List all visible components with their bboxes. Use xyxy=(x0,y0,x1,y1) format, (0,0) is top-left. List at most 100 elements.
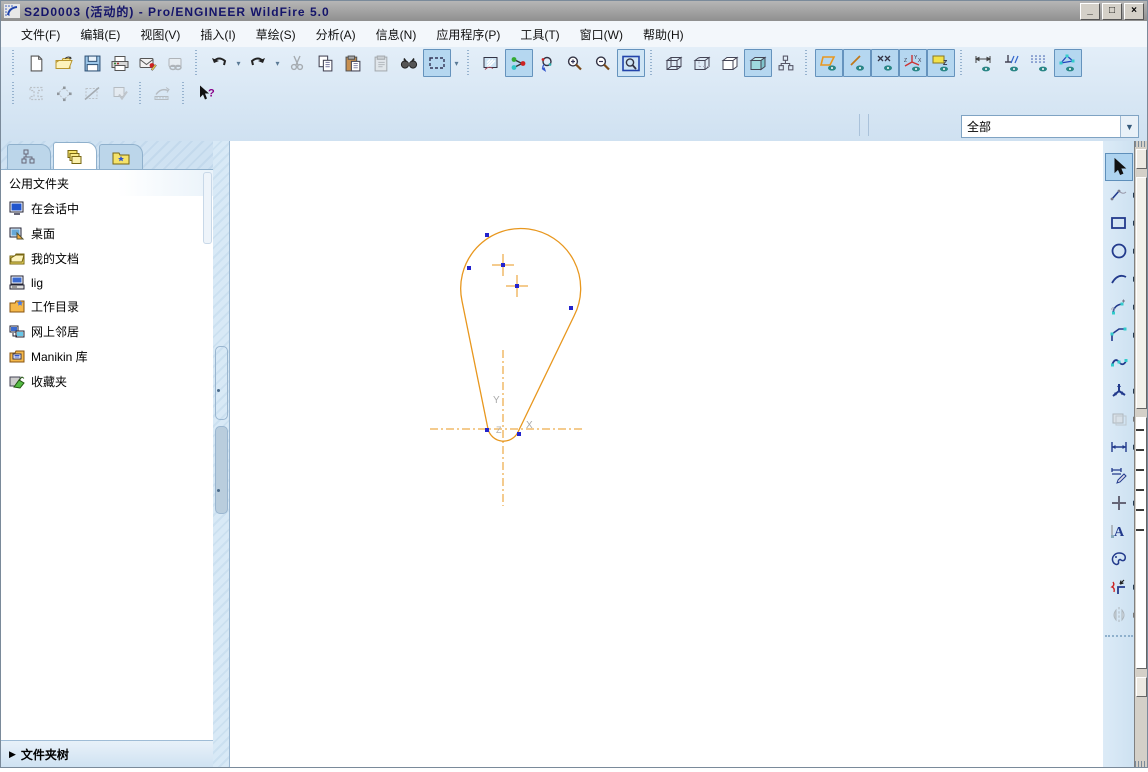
sketch-outline[interactable] xyxy=(461,228,581,441)
fillet-tool-button[interactable] xyxy=(1105,293,1133,321)
select-items-button[interactable] xyxy=(423,49,451,77)
section-tool-3-button[interactable] xyxy=(78,79,106,107)
save-button[interactable] xyxy=(78,49,106,77)
menu-info[interactable]: 信息(N) xyxy=(366,22,427,47)
constraint-tool-button[interactable] xyxy=(1105,489,1133,517)
selection-filter-combobox[interactable]: 全部 ▼ xyxy=(961,115,1139,138)
spline-tool-button[interactable] xyxy=(1105,349,1133,377)
toolbar-grip[interactable] xyxy=(195,50,200,76)
navigator-scrollbar[interactable] xyxy=(203,172,212,244)
point-csys-tool-button[interactable] xyxy=(1105,377,1133,405)
sketch-canvas[interactable]: Y X Z xyxy=(229,141,1106,767)
menu-view[interactable]: 视图(V) xyxy=(130,22,190,47)
line-tool-button[interactable] xyxy=(1105,181,1133,209)
sash-collapse-dot[interactable] xyxy=(217,489,220,492)
menu-analysis[interactable]: 分析(A) xyxy=(306,22,366,47)
folder-item-network[interactable]: 网上邻居 xyxy=(1,319,213,344)
circle-center-point[interactable] xyxy=(515,284,519,288)
chamfer-tool-button[interactable] xyxy=(1105,321,1133,349)
constraint-display-toggle[interactable] xyxy=(871,49,899,77)
shaded-button[interactable] xyxy=(744,49,772,77)
modify-tool-button[interactable] xyxy=(1105,461,1133,489)
menu-sketch[interactable]: 草绘(S) xyxy=(246,22,306,47)
palette-tool-button[interactable] xyxy=(1105,545,1133,573)
paste-button[interactable] xyxy=(339,49,367,77)
measure-button[interactable] xyxy=(149,79,177,107)
redo-flyout-arrow[interactable]: ▾ xyxy=(272,51,283,75)
zoom-out-button[interactable] xyxy=(589,49,617,77)
edge-panel[interactable] xyxy=(1136,417,1147,669)
combobox-arrow-icon[interactable]: ▼ xyxy=(1120,116,1138,137)
spin-center-button[interactable] xyxy=(533,49,561,77)
navigator-sash[interactable] xyxy=(213,141,229,767)
sash-handle-lower[interactable] xyxy=(215,426,228,514)
menu-edit[interactable]: 编辑(E) xyxy=(70,22,130,47)
circle-center-point[interactable] xyxy=(501,263,505,267)
repaint-button[interactable] xyxy=(477,49,505,77)
print-button[interactable] xyxy=(106,49,134,77)
cut-button[interactable] xyxy=(283,49,311,77)
toolbar-grip[interactable] xyxy=(12,82,17,104)
toolbar-grip[interactable] xyxy=(467,50,472,76)
sketch-vertex[interactable] xyxy=(517,432,521,436)
section-tool-4-button[interactable] xyxy=(106,79,134,107)
copy-button[interactable] xyxy=(311,49,339,77)
paste-special-button[interactable] xyxy=(367,49,395,77)
use-edge-tool-button[interactable] xyxy=(1105,405,1133,433)
dimension-display-toggle[interactable] xyxy=(843,49,871,77)
tab-folder-browser[interactable] xyxy=(53,142,97,169)
grid-toggle[interactable] xyxy=(1026,49,1054,77)
folder-item-desktop[interactable]: 桌面 xyxy=(1,221,213,246)
sketch-constraint-toggle[interactable] xyxy=(998,49,1026,77)
new-file-button[interactable] xyxy=(22,49,50,77)
sash-collapse-dot[interactable] xyxy=(217,389,220,392)
edge-button-top[interactable] xyxy=(1136,149,1147,169)
folder-item-computer[interactable]: lig xyxy=(1,271,213,294)
titlebar[interactable]: S2D0003 (活动的) - Pro/ENGINEER WildFire 5.… xyxy=(1,1,1147,22)
toolbar-grip[interactable] xyxy=(12,50,17,76)
refit-button[interactable] xyxy=(617,49,645,77)
plane-display-toggle[interactable]: Z xyxy=(927,49,955,77)
section-tool-2-button[interactable] xyxy=(50,79,78,107)
model-display-button[interactable] xyxy=(772,49,800,77)
toolbar-grip[interactable] xyxy=(650,50,655,76)
folder-item-manikin-library[interactable]: Manikin 库 xyxy=(1,344,213,369)
folder-item-favorites[interactable]: 收藏夹 xyxy=(1,369,213,394)
sketch-vertex[interactable] xyxy=(467,266,471,270)
sketch-display-toggle[interactable] xyxy=(815,49,843,77)
menu-window[interactable]: 窗口(W) xyxy=(570,22,633,47)
circle-tool-button[interactable] xyxy=(1105,237,1133,265)
undo-button[interactable] xyxy=(205,49,233,77)
no-hidden-button[interactable] xyxy=(716,49,744,77)
menu-file[interactable]: 文件(F) xyxy=(11,22,70,47)
toolbar-grip[interactable] xyxy=(805,50,810,76)
close-button[interactable]: × xyxy=(1124,3,1144,20)
menu-tools[interactable]: 工具(T) xyxy=(510,22,569,47)
edge-button-bottom[interactable] xyxy=(1136,677,1147,697)
tab-model-tree[interactable] xyxy=(7,144,51,169)
text-tool-button[interactable]: A xyxy=(1105,517,1133,545)
wireframe-button[interactable] xyxy=(660,49,688,77)
folder-item-working-directory[interactable]: 工作目录 xyxy=(1,294,213,319)
arc-tool-button[interactable] xyxy=(1105,265,1133,293)
section-tool-1-button[interactable] xyxy=(22,79,50,107)
menu-insert[interactable]: 插入(I) xyxy=(190,22,245,47)
zoom-in-button[interactable] xyxy=(561,49,589,77)
select-tool-button[interactable] xyxy=(1105,153,1133,181)
tab-favorites[interactable] xyxy=(99,144,143,169)
sash-handle-upper[interactable] xyxy=(215,346,228,420)
mail-link-button[interactable] xyxy=(162,49,190,77)
toolbar-grip[interactable] xyxy=(960,50,965,76)
sketch-vertex[interactable] xyxy=(485,233,489,237)
dimension-tool-button[interactable] xyxy=(1105,433,1133,461)
csys-display-toggle[interactable]: YZX xyxy=(899,49,927,77)
undo-flyout-arrow[interactable]: ▾ xyxy=(233,51,244,75)
docked-window-edge[interactable] xyxy=(1134,141,1147,767)
menu-help[interactable]: 帮助(H) xyxy=(633,22,694,47)
maximize-button[interactable]: □ xyxy=(1102,3,1122,20)
vertex-toggle[interactable] xyxy=(1054,49,1082,77)
folder-tree-bar[interactable]: ▶ 文件夹树 xyxy=(1,740,213,767)
toolbar-grip[interactable] xyxy=(139,82,144,104)
rectangle-tool-button[interactable] xyxy=(1105,209,1133,237)
context-help-button[interactable]: ? xyxy=(192,79,220,107)
